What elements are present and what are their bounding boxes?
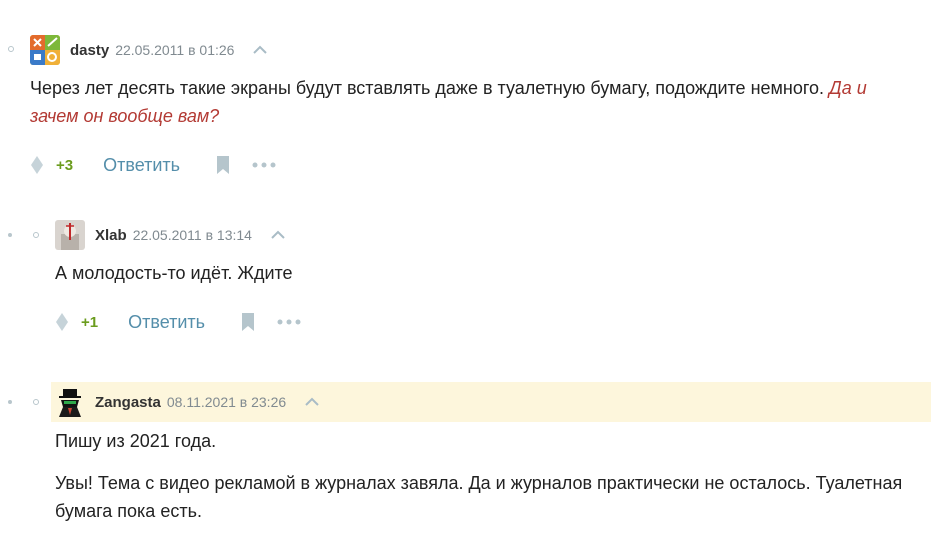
vote-icon[interactable]	[30, 155, 44, 175]
bookmark-icon[interactable]	[216, 155, 230, 175]
chevron-up-icon[interactable]	[304, 397, 320, 407]
comment-header-highlighted: Zangasta 08.11.2021 в 23:26	[51, 382, 931, 422]
thread-marker	[8, 46, 14, 52]
comment-date[interactable]: 22.05.2011 в 13:14	[133, 227, 252, 243]
thread-marker	[8, 400, 12, 404]
thread-marker	[8, 233, 12, 237]
bookmark-icon[interactable]	[241, 312, 255, 332]
comment-date[interactable]: 08.11.2021 в 23:26	[167, 394, 286, 410]
more-icon[interactable]	[252, 162, 276, 168]
comment-actions: +3 Ответить	[30, 151, 276, 179]
reply-button[interactable]: Ответить	[128, 312, 205, 333]
thread-marker	[33, 399, 39, 405]
avatar-zangasta[interactable]	[55, 387, 85, 417]
comment-text: А молодость-то идёт. Ждите	[55, 263, 293, 283]
thread-marker	[33, 232, 39, 238]
comment-paragraph: Пишу из 2021 года.	[55, 431, 217, 451]
comment-date[interactable]: 22.05.2011 в 01:26	[115, 42, 234, 58]
comment-header: dasty 22.05.2011 в 01:26	[30, 30, 268, 70]
comment-body: Пишу из 2021 года. Увы! Тема с видео рек…	[55, 427, 915, 525]
comment-body: Через лет десять такие экраны будут вста…	[30, 74, 920, 130]
score: +1	[81, 313, 99, 331]
username[interactable]: Zangasta	[95, 394, 161, 411]
comment-paragraph: Увы! Тема с видео рекламой в журналах за…	[55, 473, 903, 521]
reply-button[interactable]: Ответить	[103, 155, 180, 176]
vote-icon[interactable]	[55, 312, 69, 332]
avatar-xlab[interactable]	[55, 220, 85, 250]
chevron-up-icon[interactable]	[270, 230, 286, 240]
username[interactable]: Xlab	[95, 227, 127, 244]
comment-header: Xlab 22.05.2011 в 13:14	[55, 215, 286, 255]
username[interactable]: dasty	[70, 42, 109, 59]
comment-body: А молодость-то идёт. Ждите	[55, 259, 915, 287]
avatar-dasty[interactable]	[30, 35, 60, 65]
more-icon[interactable]	[277, 319, 301, 325]
score: +3	[56, 156, 74, 174]
chevron-up-icon[interactable]	[252, 45, 268, 55]
comment-text: Через лет десять такие экраны будут вста…	[30, 78, 830, 98]
comment-actions: +1 Ответить	[55, 308, 301, 336]
